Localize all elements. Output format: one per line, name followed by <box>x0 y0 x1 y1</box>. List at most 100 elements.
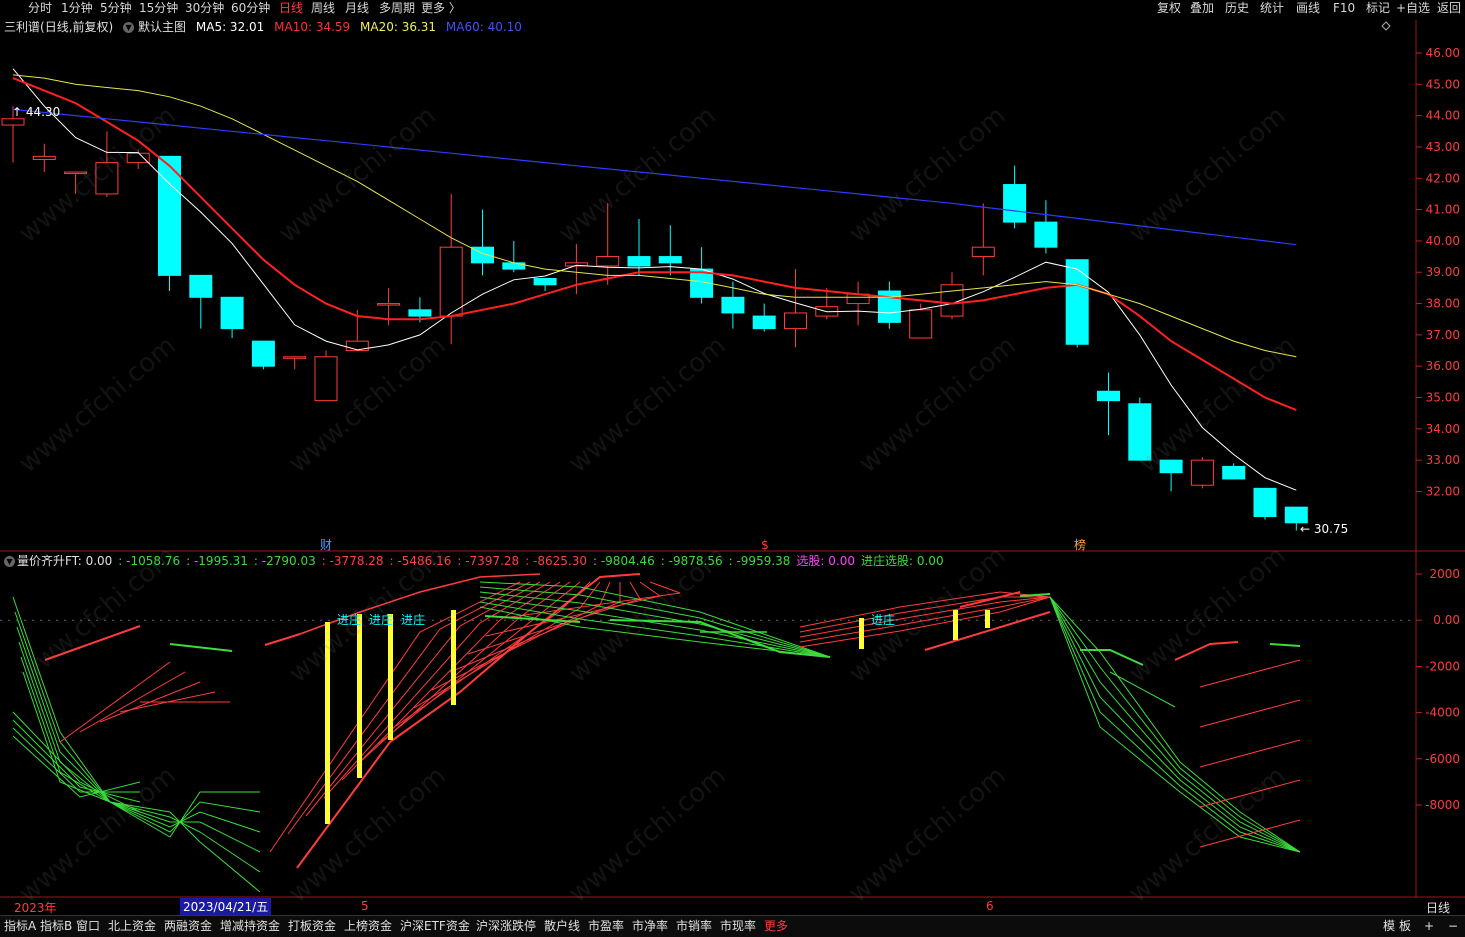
indicator-tick-label: -6000 <box>1425 752 1460 766</box>
signal-bar[interactable] <box>451 610 456 705</box>
price-tick-label: 40.00 <box>1426 234 1460 248</box>
low-price-label: ← 30.75 <box>1300 522 1348 536</box>
bottom-right-button-1[interactable]: 板 <box>1399 918 1411 935</box>
candle[interactable] <box>1284 506 1308 524</box>
high-price-label: ↑ 44.30 <box>12 105 60 119</box>
price-tick-label: 39.00 <box>1426 265 1460 279</box>
toolbar-button-5[interactable]: F10 <box>1333 0 1355 16</box>
timeframe-4[interactable]: 30分钟 <box>185 0 224 16</box>
red-fan-line <box>1199 699 1301 728</box>
candle[interactable] <box>1034 221 1058 248</box>
tab-0[interactable]: 指标A <box>4 918 36 935</box>
candlestick-chart[interactable]: 46.00 45.00 44.00 43.00 42.00 41.00 40.00 39.00… <box>0 20 1465 552</box>
timeframe-8[interactable]: 月线 <box>345 0 369 16</box>
timeframe-9[interactable]: 多周期 <box>379 0 415 16</box>
price-tick-label: 32.00 <box>1426 484 1460 498</box>
timeframe-10[interactable]: 更多 〉 <box>421 0 461 16</box>
event-marker[interactable]: $ <box>761 538 769 552</box>
candle[interactable] <box>1003 184 1027 223</box>
indicator-tick-label: 2000 <box>1429 567 1460 581</box>
candle[interactable] <box>1190 459 1214 486</box>
tab-1[interactable]: 指标B <box>40 918 72 935</box>
indicator-chart[interactable]: 20000.00-2000-4000-6000-8000进庄 进庄 进庄 进庄 <box>0 552 1465 898</box>
period-label[interactable]: 日线 <box>1426 899 1450 916</box>
candle[interactable] <box>752 315 776 330</box>
indicator-tick-label: 0.00 <box>1433 613 1460 627</box>
tab-13[interactable]: 市销率 <box>676 918 712 935</box>
timeframe-3[interactable]: 15分钟 <box>139 0 178 16</box>
price-tick-label: 34.00 <box>1426 422 1460 436</box>
bottom-right-button-0[interactable]: 模 <box>1383 918 1395 935</box>
price-tick-label: 38.00 <box>1426 297 1460 311</box>
bottom-right-button-3[interactable]: − <box>1448 918 1458 935</box>
event-marker[interactable]: 财 <box>320 538 332 552</box>
event-marker[interactable]: 榜 <box>1074 537 1086 552</box>
toolbar-button-8[interactable]: 返回 <box>1437 0 1461 16</box>
toolbar-button-1[interactable]: 叠加 <box>1190 0 1214 16</box>
signal-bar[interactable] <box>859 618 864 649</box>
timeframe-6[interactable]: 日线 <box>279 0 303 16</box>
tab-10[interactable]: 散户线 <box>544 918 580 935</box>
signal-bar[interactable] <box>985 610 990 628</box>
bottom-right-button-2[interactable]: + <box>1424 918 1434 935</box>
candle[interactable] <box>189 274 213 298</box>
candle[interactable] <box>408 309 432 317</box>
toolbar-button-7[interactable]: +自选 <box>1396 0 1430 16</box>
candle[interactable] <box>1097 390 1120 402</box>
candle[interactable] <box>721 296 745 314</box>
timeframe-7[interactable]: 周线 <box>311 0 335 16</box>
candle[interactable] <box>658 256 682 264</box>
toolbar-button-4[interactable]: 画线 <box>1296 0 1320 16</box>
price-tick-label: 42.00 <box>1426 171 1460 185</box>
tab-12[interactable]: 市净率 <box>632 918 668 935</box>
toolbar-button-0[interactable]: 复权 <box>1157 0 1181 16</box>
tab-15[interactable]: 更多 <box>764 918 788 935</box>
candle[interactable] <box>377 303 401 306</box>
candle[interactable] <box>971 246 995 258</box>
candle[interactable] <box>627 256 651 267</box>
candle[interactable] <box>32 155 56 160</box>
candle[interactable] <box>314 356 338 402</box>
month-6-label: 6 <box>986 899 994 913</box>
candle[interactable] <box>909 309 933 339</box>
tab-14[interactable]: 市现率 <box>720 918 756 935</box>
price-tick-label: 41.00 <box>1426 203 1460 217</box>
top-toolbar: 分时 1分钟 5分钟 15分钟 30分钟 60分钟 日线 周线 月线 多周期 更多 〉 复权 叠加 历史… <box>0 0 1465 18</box>
tab-2[interactable]: 窗口 <box>76 918 100 935</box>
signal-bar[interactable] <box>953 610 958 640</box>
green-fan-line <box>12 735 141 798</box>
candle[interactable] <box>1253 487 1277 518</box>
month-5-label: 5 <box>361 899 369 913</box>
tab-3[interactable]: 北上资金 <box>108 918 156 935</box>
tab-6[interactable]: 打板资金 <box>288 918 336 935</box>
candle[interactable] <box>1222 465 1246 480</box>
tab-8[interactable]: 沪深ETF资金 <box>400 918 470 935</box>
candle[interactable] <box>596 256 620 267</box>
tab-11[interactable]: 市盈率 <box>588 918 624 935</box>
toolbar-button-6[interactable]: 标记 <box>1366 0 1390 16</box>
candle[interactable] <box>220 296 244 330</box>
tab-5[interactable]: 增减持资金 <box>220 918 280 935</box>
indicator-tick-label: -8000 <box>1425 798 1460 812</box>
timeframe-5[interactable]: 60分钟 <box>231 0 270 16</box>
timeframe-2[interactable]: 5分钟 <box>100 0 132 16</box>
toolbar-button-2[interactable]: 历史 <box>1225 0 1249 16</box>
candle[interactable] <box>283 356 307 359</box>
timeframe-0[interactable]: 分时 <box>28 0 52 16</box>
candle[interactable] <box>502 262 526 270</box>
candle[interactable] <box>533 278 557 286</box>
tab-9[interactable]: 沪深涨跌停 <box>476 918 536 935</box>
candle[interactable] <box>784 312 807 330</box>
tab-4[interactable]: 两融资金 <box>164 918 212 935</box>
enter-signal-label: 进庄 <box>401 612 425 627</box>
candle[interactable] <box>1065 259 1089 345</box>
tab-7[interactable]: 上榜资金 <box>344 918 392 935</box>
candle[interactable] <box>1 118 25 126</box>
candle[interactable] <box>439 246 463 317</box>
diamond-icon[interactable] <box>1381 21 1391 31</box>
red-segment <box>264 633 301 646</box>
signal-bar[interactable] <box>388 614 393 740</box>
timeframe-1[interactable]: 1分钟 <box>61 0 93 16</box>
candle[interactable] <box>251 340 275 367</box>
toolbar-button-3[interactable]: 统计 <box>1260 0 1284 16</box>
